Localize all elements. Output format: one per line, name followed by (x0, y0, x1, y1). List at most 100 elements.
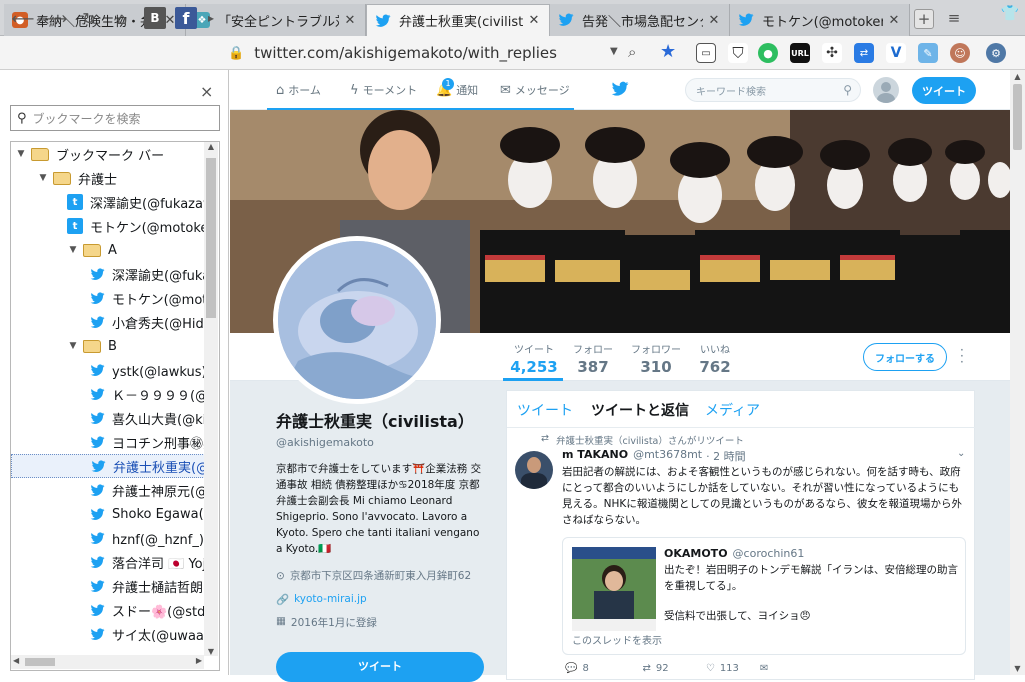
bookmark-item[interactable]: 喜久山大貴(@ki (11, 406, 207, 430)
nav-messages[interactable]: ✉ メッセージ (500, 82, 570, 98)
bookmark-folder[interactable]: ▼ 弁護士 (11, 166, 207, 190)
timeline-tab-tweets[interactable]: ツイート (517, 400, 573, 420)
retweet-action-icon[interactable]: ⇄ (642, 663, 650, 674)
bookmark-item[interactable]: 弁護士秋重実(@ (11, 454, 207, 478)
back-arrow-icon[interactable]: ⟵ (12, 7, 35, 29)
facebook-icon[interactable]: f (175, 7, 197, 29)
timeline-tab-replies[interactable]: ツイートと返信 (591, 400, 689, 420)
profile-website[interactable]: 🔗 kyoto-mirai.jp (276, 593, 486, 606)
profile-avatar[interactable] (273, 236, 441, 404)
expand-chevron-icon[interactable]: ▼ (37, 173, 49, 183)
bookmarks-icon[interactable]: ⛉ (728, 43, 748, 63)
bookmark-folder[interactable]: ▼ ブックマーク バー (11, 142, 207, 166)
quoted-author-name[interactable]: OKAMOTO (664, 547, 728, 560)
browser-tab[interactable]: 告発＼市場急配センタ ✕ (550, 4, 730, 36)
browser-tab[interactable]: モトケン(@motoken_t ✕ (730, 4, 910, 36)
bookmark-item[interactable]: スドー🌸(@stda (11, 598, 207, 622)
tweet-menu-chevron-icon[interactable]: ⌄ (957, 448, 965, 459)
share-icon[interactable]: ✣ (822, 43, 842, 63)
bookmark-item[interactable]: 弁護士樋詰哲朗 (11, 574, 207, 598)
bookmark-label: 深澤諭史(@fukazaw (90, 196, 207, 212)
overflow-chevron-icon[interactable]: ▸ (205, 7, 217, 29)
tweet-author-handle[interactable]: @mt3678mt (633, 448, 702, 464)
twitter-logo-icon[interactable] (611, 81, 629, 101)
bookmark-item[interactable]: モトケン(@moto (11, 286, 207, 310)
timeline-tab-media[interactable]: メディア (705, 400, 760, 420)
profile-handle[interactable]: @akishigemakoto (276, 436, 486, 449)
settings-gear-icon[interactable]: ⚙ (986, 43, 1006, 63)
bookmark-item[interactable]: ystk(@lawkus)さ (11, 358, 207, 382)
stat-likes[interactable]: いいね 762 (695, 341, 735, 376)
sidebar-close-icon[interactable]: × (200, 82, 213, 101)
theme-shirt-icon[interactable]: 👕 (1000, 4, 1020, 24)
bookmark-item[interactable]: t 深澤諭史(@fukazaw (11, 190, 207, 214)
page-vertical-scrollbar[interactable]: ▲ ▼ (1010, 70, 1025, 675)
tab-close-icon[interactable]: ✕ (343, 13, 357, 28)
bookmark-item[interactable]: t モトケン(@motoken (11, 214, 207, 238)
tweet-author-avatar[interactable] (515, 451, 553, 489)
tweet-time[interactable]: · 2 時間 (706, 448, 746, 464)
bookmark-search-input[interactable]: ⚲ ブックマークを検索 (10, 105, 220, 131)
new-tab-button[interactable]: + (914, 9, 934, 29)
expand-chevron-icon[interactable]: ▼ (67, 341, 79, 351)
twitter-bird-icon (89, 482, 105, 498)
bookmark-item[interactable]: hznf(@_hznf_)さ (11, 526, 207, 550)
dm-envelope-icon[interactable]: ✉ (760, 663, 768, 674)
expand-chevron-icon[interactable]: ▼ (67, 245, 79, 255)
user-avatar[interactable] (873, 77, 899, 103)
bookmark-folder[interactable]: ▼ A (11, 238, 207, 262)
home-icon[interactable]: ⌂ (111, 7, 133, 29)
bookmark-item[interactable]: Shoko Egawa(@ (11, 502, 207, 526)
quoted-tweet[interactable]: OKAMOTO @corochin61 出たぞ！岩田明子のトンデモ解説「イランは… (562, 537, 966, 655)
url-text[interactable]: twitter.com/akishigemakoto/with_replies (254, 44, 557, 62)
reader-icon[interactable]: ▭ (696, 43, 716, 63)
url-extension-icon[interactable]: URL (790, 43, 810, 63)
bookmark-item[interactable]: 弁護士神原元(@ (11, 478, 207, 502)
evernote-icon[interactable]: ● (758, 43, 778, 63)
tab-close-icon[interactable]: ✕ (707, 13, 721, 28)
address-bar[interactable]: 🔒 twitter.com/akishigemakoto/with_replie… (224, 40, 690, 66)
nav-moments[interactable]: ϟ モーメント (350, 82, 417, 98)
bookmark-item[interactable]: 小倉秀夫(@Hid (11, 310, 207, 334)
reload-icon[interactable]: ↻ (78, 7, 100, 29)
more-options-icon[interactable]: · · · (960, 344, 964, 368)
profile-name[interactable]: 弁護士秋重実（civilista） (276, 408, 486, 432)
zoom-icon[interactable]: ⌕ (628, 43, 636, 61)
tree-horizontal-scrollbar[interactable]: ◀ ▶ (11, 655, 204, 669)
tree-vertical-scrollbar[interactable]: ▲ ▼ (204, 142, 218, 656)
bookmark-item[interactable]: 落合洋司 🇯🇵 Yoji (11, 550, 207, 574)
reply-icon[interactable]: 💬 (565, 663, 577, 674)
twitter-search-input[interactable]: キーワード検索 ⚲ (685, 78, 861, 102)
show-thread-link[interactable]: このスレッドを表示 (572, 632, 662, 647)
stat-following[interactable]: フォロー 387 (568, 341, 618, 376)
profile-tweet-button[interactable]: ツイート (276, 652, 484, 682)
bookmark-star-icon[interactable]: ★ (660, 41, 676, 62)
stat-followers[interactable]: フォロワー 310 (628, 341, 684, 376)
bookmark-item[interactable]: 深澤諭史(@fuka (11, 262, 207, 286)
follow-button[interactable]: フォローする (863, 343, 947, 371)
bookmark-item[interactable]: サイ太(@uwaaa (11, 622, 207, 646)
tab-close-icon[interactable]: ✕ (527, 13, 541, 28)
profile-extension-icon[interactable]: ☺ (950, 43, 970, 63)
pen-extension-icon[interactable]: ✎ (918, 43, 938, 63)
forward-arrow-icon[interactable]: ⟶ (45, 7, 68, 29)
hatena-bookmark-icon[interactable]: B (144, 7, 166, 29)
sync-icon[interactable]: ⇄ (854, 43, 874, 63)
browser-tab-active[interactable]: 弁護士秋重実(civilista ✕ (366, 4, 550, 36)
tweet-author-name[interactable]: m TAKANO (562, 448, 628, 464)
expand-chevron-icon[interactable]: ▼ (15, 149, 27, 159)
stat-tweets[interactable]: ツイート 4,253 (506, 341, 562, 376)
tab-list-icon[interactable]: ≡ (944, 9, 964, 29)
twitter-bird-icon (90, 458, 106, 474)
quoted-tweet-thumbnail[interactable] (572, 547, 656, 631)
bookmark-item[interactable]: Ｋ－９９９９(@k99 (11, 382, 207, 406)
tweet-compose-button[interactable]: ツイート (912, 77, 976, 104)
url-dropdown-icon[interactable]: ▼ (610, 46, 618, 57)
like-icon[interactable]: ♡ (706, 663, 715, 674)
bookmark-item[interactable]: ヨコチン刑事㊙実 (11, 430, 207, 454)
tab-close-icon[interactable]: ✕ (887, 13, 901, 28)
bookmark-folder[interactable]: ▼ B (11, 334, 207, 358)
quoted-author-handle[interactable]: @corochin61 (733, 547, 805, 560)
nav-home[interactable]: ⌂ ホーム (276, 82, 321, 98)
v-extension-icon[interactable]: V (886, 43, 906, 63)
